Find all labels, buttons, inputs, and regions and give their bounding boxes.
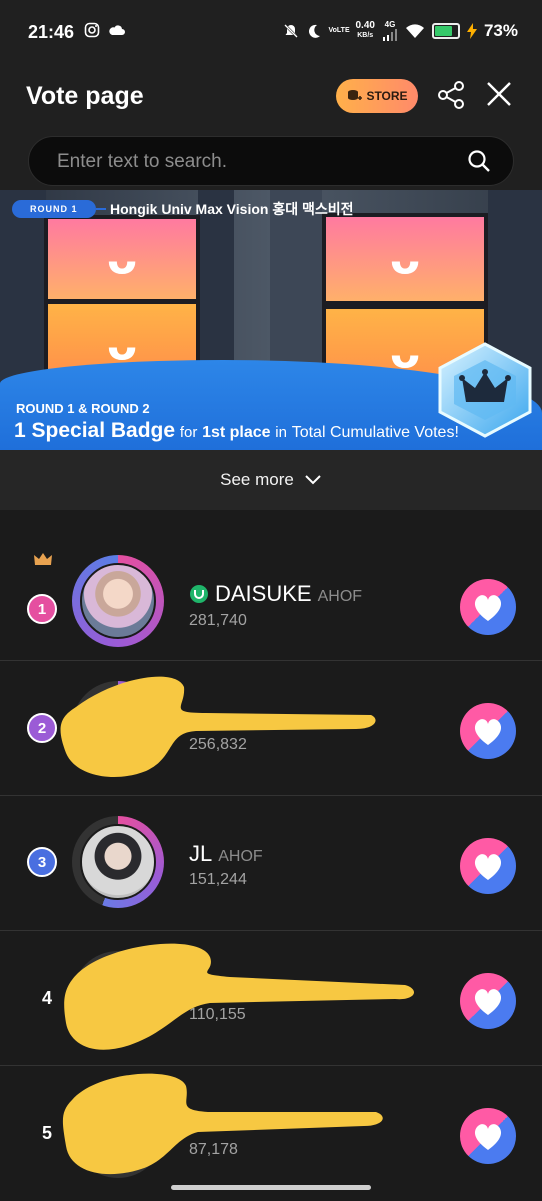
banner-subtitle: ROUND 1 & ROUND 2 bbox=[16, 401, 150, 416]
ranking-row[interactable]: 5 87,178 bbox=[0, 1066, 542, 1201]
ranking-row[interactable]: 4 110,155 bbox=[0, 931, 542, 1066]
see-more-label: See more bbox=[220, 470, 294, 489]
heart-icon bbox=[474, 989, 502, 1015]
share-icon[interactable] bbox=[436, 80, 466, 110]
network-type: 4G bbox=[382, 20, 398, 41]
round-divider bbox=[96, 208, 106, 210]
coin-stack-icon bbox=[348, 90, 363, 100]
verified-icon bbox=[190, 585, 208, 603]
banner-headline-for: for bbox=[179, 424, 198, 441]
heart-icon bbox=[474, 1124, 502, 1150]
battery-fill bbox=[434, 25, 452, 36]
heart-icon bbox=[474, 854, 502, 880]
ranking-row[interactable]: 3 JL AHOF 151,244 bbox=[0, 796, 542, 931]
battery-icon bbox=[431, 22, 460, 39]
store-label: STORE bbox=[366, 89, 408, 103]
status-bar: 21:46 VoLTE 0.40 KB/s 4G 73% bbox=[0, 0, 542, 66]
redaction-scribble bbox=[64, 943, 415, 1050]
avatar[interactable] bbox=[72, 816, 164, 908]
heart-icon bbox=[474, 719, 502, 745]
vote-button[interactable] bbox=[460, 838, 516, 894]
crown-icon bbox=[34, 553, 52, 565]
cloud-icon bbox=[109, 25, 125, 35]
page-title: Vote page bbox=[26, 82, 144, 110]
chevron-down-icon bbox=[305, 475, 321, 485]
data-rate-value: 0.40 bbox=[355, 19, 375, 31]
see-more-button[interactable]: See more bbox=[0, 450, 542, 510]
idol-name: JL bbox=[189, 841, 213, 866]
instagram-icon bbox=[84, 22, 100, 38]
data-rate-unit: KB/s bbox=[357, 31, 374, 39]
mute-bell-icon bbox=[283, 23, 298, 38]
vote-button[interactable] bbox=[460, 1108, 516, 1164]
banner-title: Hongik Univ Max Vision 홍대 맥스비전 bbox=[110, 201, 354, 217]
vote-button[interactable] bbox=[460, 579, 516, 635]
status-right-icons: VoLTE 0.40 KB/s 4G 73% bbox=[283, 19, 518, 41]
vote-count: 281,740 bbox=[189, 612, 247, 629]
idol-name: DAISUKE bbox=[215, 581, 312, 606]
status-time: 21:46 bbox=[28, 22, 75, 42]
vote-button[interactable] bbox=[460, 703, 516, 759]
idol-name-line: JL AHOF bbox=[189, 841, 263, 867]
volte-label: VoLTE bbox=[328, 26, 350, 34]
status-left-icons bbox=[84, 22, 126, 38]
search-input[interactable] bbox=[55, 137, 459, 187]
app-logo-icon: ᴗ bbox=[106, 233, 138, 285]
idol-group: AHOF bbox=[317, 588, 363, 605]
avatar-photo bbox=[80, 563, 156, 639]
ranking-row[interactable]: 2 256,832 bbox=[0, 661, 542, 796]
rank-badge: 1 bbox=[27, 594, 57, 624]
redaction-scribble bbox=[60, 676, 376, 777]
signal-icon bbox=[382, 29, 397, 41]
ranking-row[interactable]: 1 DAISUKE AHOF 281,740 bbox=[0, 524, 542, 661]
search-icon[interactable] bbox=[467, 149, 491, 173]
app-logo-icon: ᴗ bbox=[389, 233, 421, 285]
close-icon[interactable] bbox=[485, 80, 513, 108]
data-rate: 0.40 KB/s bbox=[355, 19, 375, 41]
banner-headline-in: in bbox=[275, 424, 287, 441]
avatar-photo bbox=[80, 824, 156, 900]
banner-headline-first: 1st place bbox=[202, 424, 271, 441]
banner-headline-big: 1 Special Badge bbox=[14, 419, 176, 442]
heart-icon bbox=[474, 595, 502, 621]
battery-percent: 73% bbox=[483, 20, 518, 40]
moon-icon bbox=[308, 24, 320, 38]
avatar[interactable] bbox=[72, 555, 164, 647]
rank-badge: 3 bbox=[27, 847, 57, 877]
idol-name-line: DAISUKE AHOF bbox=[189, 581, 362, 607]
gesture-nav-bar[interactable] bbox=[171, 1185, 371, 1190]
event-banner[interactable]: ᴗ ᴗ ᴗ ᴗ ROUND 1 Hongik Univ Max Vision 홍… bbox=[0, 190, 542, 450]
vote-button[interactable] bbox=[460, 973, 516, 1029]
wifi-icon bbox=[405, 23, 424, 38]
rank-badge: 2 bbox=[27, 713, 57, 743]
network-label: 4G bbox=[384, 20, 396, 29]
banner-screen: ᴗ bbox=[44, 215, 200, 303]
banner-screen: ᴗ bbox=[322, 213, 488, 305]
search-area bbox=[0, 130, 542, 190]
round-tag: ROUND 1 bbox=[12, 200, 96, 218]
vote-count: 151,244 bbox=[189, 871, 247, 888]
idol-group: AHOF bbox=[218, 848, 263, 865]
store-button[interactable]: STORE bbox=[336, 79, 418, 113]
crown-badge-icon bbox=[438, 342, 532, 438]
rank-number: 4 bbox=[41, 987, 52, 1008]
search-bar[interactable] bbox=[28, 136, 514, 187]
charging-icon bbox=[466, 22, 477, 39]
app-header: Vote page STORE bbox=[0, 66, 542, 130]
redaction-scribble bbox=[62, 1073, 383, 1175]
banner-headline: 1 Special Badge for 1st place in Total C… bbox=[14, 419, 459, 443]
